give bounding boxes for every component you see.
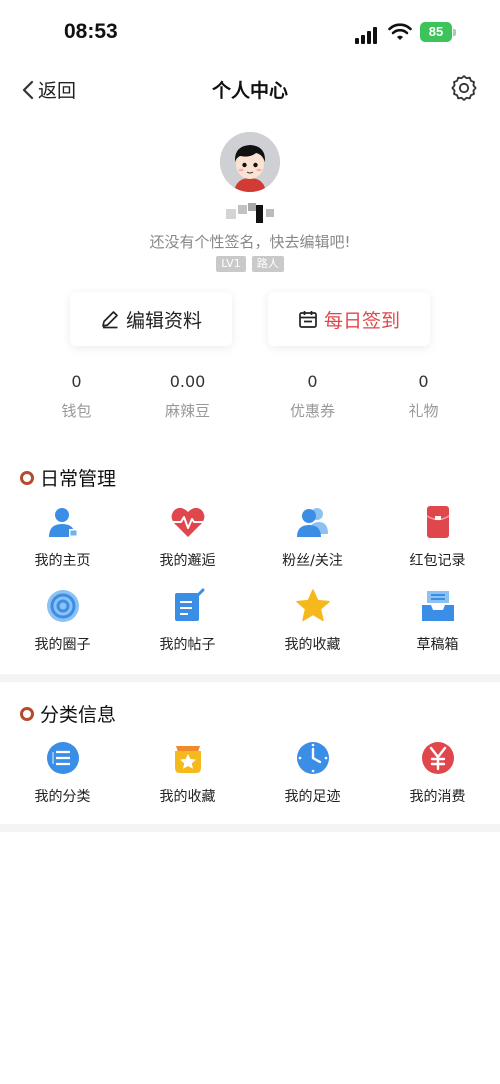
homepage-icon xyxy=(48,508,78,537)
pencil-icon xyxy=(102,311,118,329)
grid-item-encounters[interactable]: 我的邂逅 xyxy=(125,504,250,570)
ring-icon xyxy=(20,706,34,721)
grid-item-my-favorites[interactable]: 我的收藏 xyxy=(125,740,250,806)
grid-label: 我的圈子 xyxy=(34,637,91,653)
followers-icon xyxy=(296,508,328,537)
grid-item-my-spending[interactable]: 我的消费 xyxy=(375,740,500,806)
grid-label: 我的收藏 xyxy=(159,789,216,805)
stat-label: 麻辣豆 xyxy=(164,402,210,420)
grid-item-my-categories[interactable]: 我的分类 xyxy=(0,740,125,806)
stat-value: 0 xyxy=(307,372,318,391)
circle-icon xyxy=(46,590,79,622)
grid-item-circle[interactable]: 我的圈子 xyxy=(0,588,125,654)
section-title-text: 日常管理 xyxy=(40,468,117,490)
grid-label: 我的收藏 xyxy=(284,637,341,653)
stat-label: 优惠券 xyxy=(289,402,335,420)
category-grid-row-1: 我的分类 我的收藏 我的足迹 我的消费 xyxy=(0,740,500,806)
daily-checkin-button[interactable]: 每日签到 xyxy=(268,292,430,346)
grid-label: 我的帖子 xyxy=(159,637,216,653)
signature-text: 还没有个性签名，快去编辑吧! xyxy=(149,233,351,251)
calendar-icon xyxy=(299,311,317,328)
battery-level: 85 xyxy=(420,22,452,42)
gear-icon[interactable] xyxy=(450,74,478,102)
grid-label: 红包记录 xyxy=(409,553,466,569)
section-divider xyxy=(0,674,500,682)
edit-profile-button[interactable]: 编辑资料 xyxy=(70,292,232,346)
level-badge: LV1 xyxy=(216,256,246,272)
stat-value: 0.00 xyxy=(169,372,206,391)
grid-item-drafts[interactable]: 草稿箱 xyxy=(375,588,500,654)
draft-box-icon xyxy=(421,591,454,621)
rank-badge: 路人 xyxy=(251,256,284,272)
heartbeat-icon xyxy=(171,507,204,537)
grid-label: 我的邂逅 xyxy=(159,553,216,569)
ring-icon xyxy=(20,470,34,485)
stat-value: 0 xyxy=(71,372,82,391)
stat-label: 钱包 xyxy=(61,402,92,420)
clock-icon xyxy=(296,742,329,774)
grid-label: 我的消费 xyxy=(409,789,466,805)
grid-label: 我的足迹 xyxy=(284,789,341,805)
cellular-signal-icon xyxy=(355,26,381,44)
daily-grid-row-1: 我的主页 我的邂逅 粉丝/关注 红包记录 xyxy=(0,504,500,570)
list-icon xyxy=(46,742,79,774)
stat-coupons[interactable]: 0 优惠券 xyxy=(250,372,375,421)
stat-value: 0 xyxy=(418,372,429,391)
daily-grid-row-2: 我的圈子 我的帖子 我的收藏 草稿箱 xyxy=(0,588,500,654)
grid-item-favorites[interactable]: 我的收藏 xyxy=(250,588,375,654)
wifi-icon xyxy=(388,23,412,40)
grid-label: 我的分类 xyxy=(34,789,91,805)
battery-icon: 85 xyxy=(420,22,456,42)
username-redacted xyxy=(226,203,280,223)
section-title-text: 分类信息 xyxy=(40,704,117,726)
section-title-daily: 日常管理 xyxy=(20,464,116,491)
yuan-icon xyxy=(421,742,454,774)
stat-label: 礼物 xyxy=(408,402,439,420)
stat-wallet[interactable]: 0 钱包 xyxy=(14,372,139,421)
favorite-bag-icon xyxy=(174,746,201,773)
status-bar: 08:53 85 xyxy=(0,0,500,62)
grid-label: 草稿箱 xyxy=(416,637,459,653)
section-title-category: 分类信息 xyxy=(20,700,116,727)
nav-bar: 返回 个人中心 xyxy=(0,62,500,116)
badge-row: LV1 路人 xyxy=(0,256,500,272)
grid-label: 我的主页 xyxy=(34,553,91,569)
post-icon xyxy=(174,588,204,621)
stats-row: 0 钱包 0.00 麻辣豆 0 优惠券 0 礼物 xyxy=(0,372,500,421)
grid-item-red-envelope[interactable]: 红包记录 xyxy=(375,504,500,570)
grid-item-my-footprints[interactable]: 我的足迹 xyxy=(250,740,375,806)
section-divider xyxy=(0,824,500,832)
avatar[interactable] xyxy=(220,132,280,192)
grid-item-posts[interactable]: 我的帖子 xyxy=(125,588,250,654)
edit-profile-label: 编辑资料 xyxy=(125,309,202,332)
grid-item-homepage[interactable]: 我的主页 xyxy=(0,504,125,570)
daily-checkin-label: 每日签到 xyxy=(323,309,400,332)
red-envelope-icon xyxy=(426,506,449,538)
stat-spicy-beans[interactable]: 0.00 麻辣豆 xyxy=(125,372,250,421)
star-icon xyxy=(295,589,330,622)
stat-gifts[interactable]: 0 礼物 xyxy=(361,372,486,421)
grid-item-followers[interactable]: 粉丝/关注 xyxy=(250,504,375,570)
avatar-image xyxy=(220,132,280,192)
status-time: 08:53 xyxy=(64,20,118,43)
page-title: 个人中心 xyxy=(211,80,288,102)
grid-label: 粉丝/关注 xyxy=(282,553,343,569)
